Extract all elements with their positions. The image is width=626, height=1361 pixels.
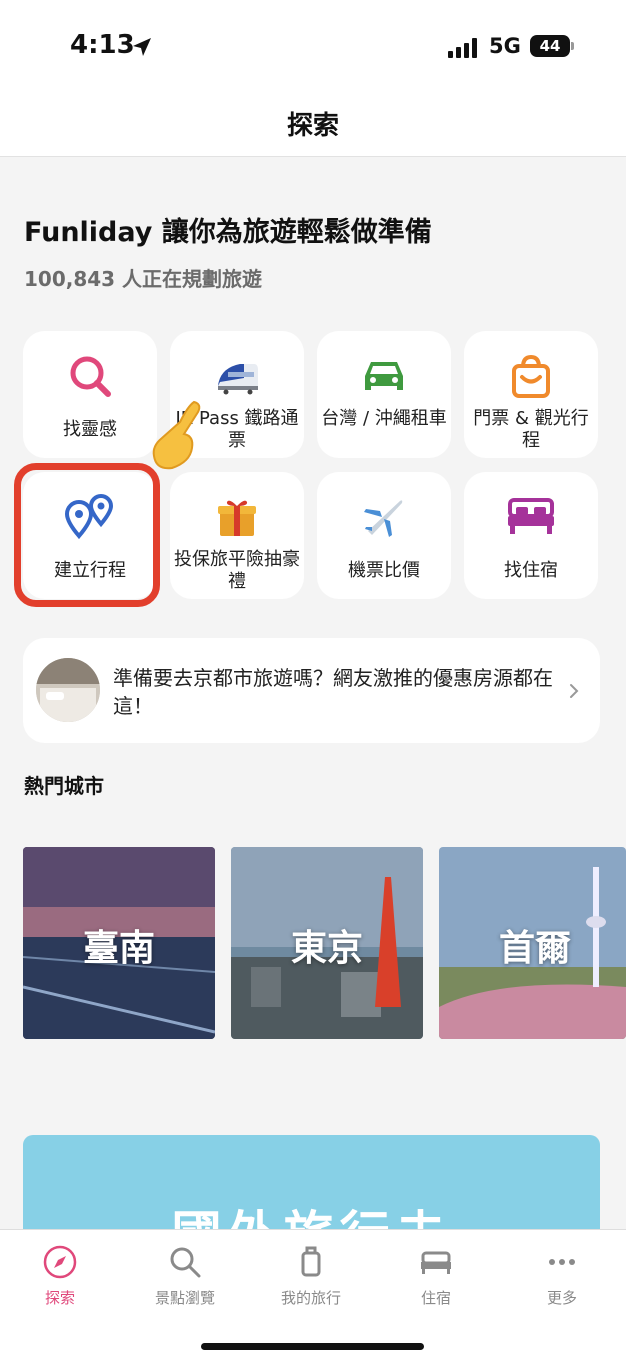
popular-cities-title: 熱門城市	[24, 774, 104, 798]
tile-label: 門票 & 觀光行程	[473, 408, 589, 451]
tab-label: 景點瀏覽	[154, 1289, 215, 1307]
car-icon	[317, 351, 451, 401]
airplane-icon	[317, 492, 451, 542]
hero-headline: Funliday 讓你為旅遊輕鬆做準備	[24, 217, 432, 248]
tab-my-trips[interactable]: 我的旅行	[256, 1230, 366, 1330]
tile-tickets-tours[interactable]: 門票 & 觀光行程	[464, 331, 598, 458]
location-arrow-icon	[133, 38, 151, 56]
tab-lodging[interactable]: 住宿	[381, 1230, 491, 1330]
bed-icon	[421, 1251, 451, 1274]
tile-label: 機票比價	[348, 560, 420, 581]
tile-car-rental[interactable]: 台灣 / 沖繩租車	[317, 331, 451, 458]
tile-label: 台灣 / 沖繩租車	[321, 408, 447, 429]
pointing-hand-icon	[152, 400, 201, 470]
city-name: 首爾	[498, 928, 571, 969]
tile-flight-compare[interactable]: 機票比價	[317, 472, 451, 599]
luggage-icon	[301, 1246, 321, 1277]
highlight-box	[14, 463, 160, 607]
tile-find-lodging[interactable]: 找住宿	[464, 472, 598, 599]
compass-icon	[43, 1245, 77, 1279]
promo-thumbnail	[36, 658, 100, 722]
tile-find-inspiration[interactable]: 找靈感	[23, 331, 157, 458]
cellular-signal-icon	[448, 38, 478, 58]
tab-label: 更多	[546, 1289, 577, 1307]
promo-card[interactable]: 準備要去京都市旅遊嗎？網友激推的優惠房源都在這！	[23, 638, 600, 743]
status-time: 4:13	[70, 30, 135, 60]
tile-label: 找住宿	[504, 560, 558, 581]
chevron-right-icon	[570, 684, 579, 698]
city-name: 東京	[290, 928, 363, 969]
hero-subhead: 100,843 人正在規劃旅遊	[24, 267, 263, 291]
bullet-train-icon	[170, 351, 304, 401]
city-card[interactable]: 臺南	[23, 847, 215, 1039]
tab-label: 住宿	[420, 1289, 451, 1307]
home-indicator	[201, 1343, 424, 1350]
network-type: 5G	[489, 34, 521, 58]
page-title: 探索	[286, 111, 339, 141]
tab-bar: 探索 景點瀏覽 我的旅行 住宿 更多	[0, 1229, 626, 1361]
tile-label: 投保旅平險抽豪禮	[174, 549, 300, 592]
search-icon	[23, 351, 157, 401]
city-card[interactable]: 東京	[231, 847, 423, 1039]
city-card[interactable]: 首爾	[439, 847, 626, 1039]
more-dots-icon	[549, 1259, 575, 1265]
tab-explore[interactable]: 探索	[5, 1230, 115, 1330]
bed-icon	[464, 492, 598, 542]
tile-travel-insurance[interactable]: 投保旅平險抽豪禮	[170, 472, 304, 599]
tab-browse[interactable]: 景點瀏覽	[130, 1230, 240, 1330]
battery-cap	[571, 42, 574, 50]
city-name: 臺南	[82, 928, 155, 969]
battery-icon: 44	[530, 35, 570, 57]
tile-label: 找靈感	[63, 419, 117, 440]
gift-icon	[170, 492, 304, 542]
search-icon	[170, 1247, 201, 1278]
nav-header: 探索	[0, 90, 626, 157]
promo-text: 準備要去京都市旅遊嗎？網友激推的優惠房源都在這！	[113, 666, 553, 718]
shopping-bag-icon	[464, 351, 598, 401]
tab-label: 我的旅行	[280, 1289, 341, 1307]
tab-label: 探索	[44, 1289, 75, 1307]
status-bar: 4:13 5G 44	[0, 0, 626, 90]
tab-more[interactable]: 更多	[507, 1230, 617, 1330]
